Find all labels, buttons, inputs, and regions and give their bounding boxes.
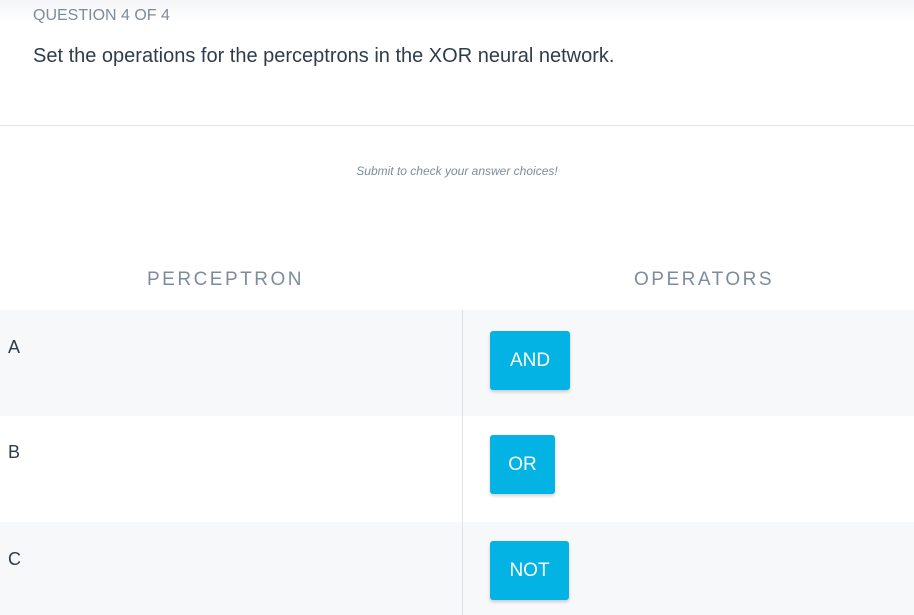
not-operator-button[interactable]: NOT xyxy=(490,541,569,600)
operators-column-header: OPERATORS xyxy=(634,269,775,290)
table-row: A xyxy=(0,310,914,416)
perceptron-label-c: C xyxy=(8,549,21,569)
table-row: B xyxy=(0,416,914,522)
table-row: C xyxy=(0,522,914,615)
and-operator-button[interactable]: AND xyxy=(490,331,570,390)
quiz-page: QUESTION 4 OF 4 Set the operations for t… xyxy=(0,0,914,615)
question-counter: QUESTION 4 OF 4 xyxy=(33,7,170,24)
or-operator-button[interactable]: OR xyxy=(490,435,555,494)
perceptron-label-a: A xyxy=(8,337,21,357)
submit-hint: Submit to check your answer choices! xyxy=(356,164,558,178)
question-header: QUESTION 4 OF 4 Set the operations for t… xyxy=(0,0,914,126)
question-text: Set the operations for the perceptrons i… xyxy=(33,45,615,67)
perceptron-label-b: B xyxy=(8,442,21,462)
perceptron-column-header: PERCEPTRON xyxy=(147,269,304,290)
column-divider xyxy=(462,310,463,615)
